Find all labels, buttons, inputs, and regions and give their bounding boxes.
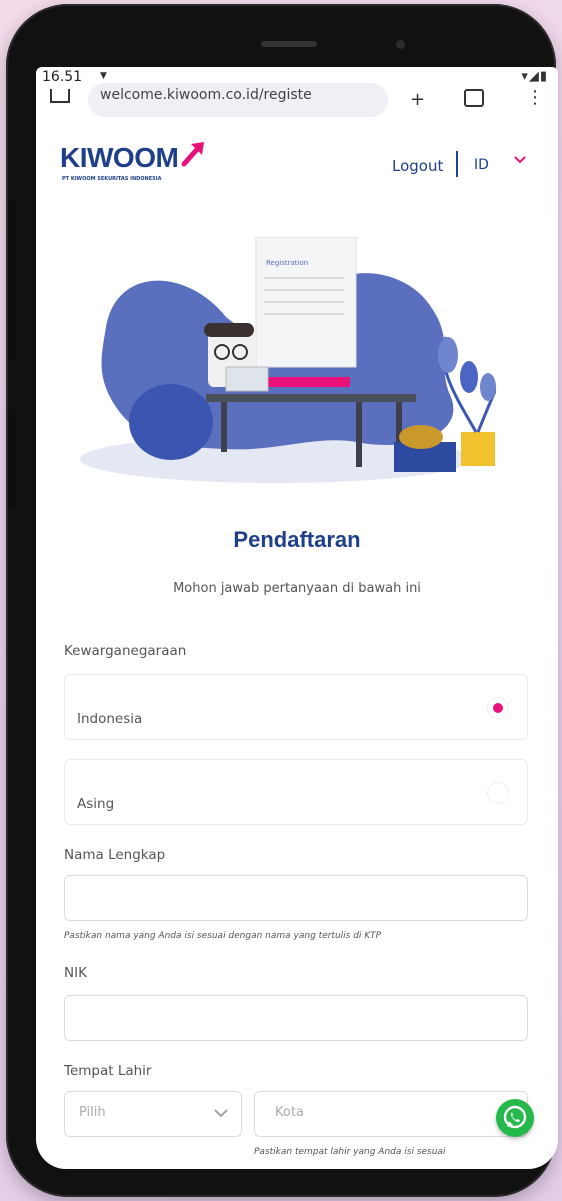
citizenship-label: Kewarganegaraan — [64, 643, 187, 659]
logo-arrow-icon — [181, 142, 204, 167]
option-label: Asing — [77, 796, 115, 812]
tabs-icon[interactable] — [464, 89, 484, 107]
menu-icon[interactable]: ⋮ — [526, 87, 544, 108]
birthplace-hint: Pastikan tempat lahir yang Anda isi sesu… — [254, 1147, 446, 1157]
page-subtitle: Mohon jawab pertanyaan di bawah ini — [173, 581, 421, 596]
phone-screen: 16.51 ▼ ▾◢▮ welcome.kiwoom.co.id/registe… — [36, 67, 558, 1169]
city-placeholder: Kota — [275, 1105, 304, 1120]
radio-unselected-icon[interactable] — [487, 782, 509, 804]
logout-link[interactable]: Logout — [392, 157, 443, 175]
language-selector[interactable]: ID — [474, 157, 489, 173]
option-label: Indonesia — [77, 711, 143, 727]
header-divider — [456, 151, 458, 177]
full-name-hint: Pastikan nama yang Anda isi sesuai denga… — [64, 931, 382, 941]
whatsapp-button[interactable] — [496, 1099, 534, 1137]
power-button — [8, 414, 16, 509]
volume-button — [8, 199, 16, 359]
speaker-grille — [261, 41, 317, 47]
whatsapp-icon — [503, 1105, 527, 1129]
birthplace-select-value: Pilih — [79, 1105, 106, 1120]
citizenship-option-asing[interactable]: Asing — [64, 759, 528, 825]
citizenship-option-indonesia[interactable]: Indonesia — [64, 674, 528, 740]
address-url: welcome.kiwoom.co.id/registe — [100, 87, 312, 103]
birthplace-label: Tempat Lahir — [64, 1063, 152, 1079]
page-title: Pendaftaran — [233, 527, 361, 552]
plus-icon[interactable]: + — [410, 89, 425, 110]
illustration-card-title: Registration — [266, 259, 308, 267]
full-name-label: Nama Lengkap — [64, 847, 166, 863]
browser-toolbar: welcome.kiwoom.co.id/registe + ⋮ — [36, 79, 558, 119]
nik-label: NIK — [64, 965, 87, 981]
birthplace-city-input[interactable]: Kota — [254, 1091, 528, 1137]
chevron-down-icon — [214, 1109, 228, 1118]
nik-input[interactable] — [64, 995, 528, 1041]
front-camera — [396, 40, 405, 49]
logo-subtext: PT KIWOOM SEKURITAS INDONESIA — [62, 176, 162, 182]
full-name-input[interactable] — [64, 875, 528, 921]
address-bar[interactable]: welcome.kiwoom.co.id/registe — [88, 83, 388, 117]
kiwoom-logo[interactable]: KIWOOM PT KIWOOM SEKURITAS INDONESIA — [60, 142, 204, 182]
chevron-down-icon[interactable] — [512, 151, 528, 167]
registration-illustration: Registration — [80, 237, 496, 483]
home-icon[interactable] — [50, 89, 70, 103]
logo-text: KIWOOM — [60, 142, 179, 173]
radio-selected-icon[interactable] — [487, 697, 509, 719]
birthplace-select[interactable]: Pilih — [64, 1091, 242, 1137]
phone-frame: 16.51 ▼ ▾◢▮ welcome.kiwoom.co.id/registe… — [6, 4, 558, 1197]
